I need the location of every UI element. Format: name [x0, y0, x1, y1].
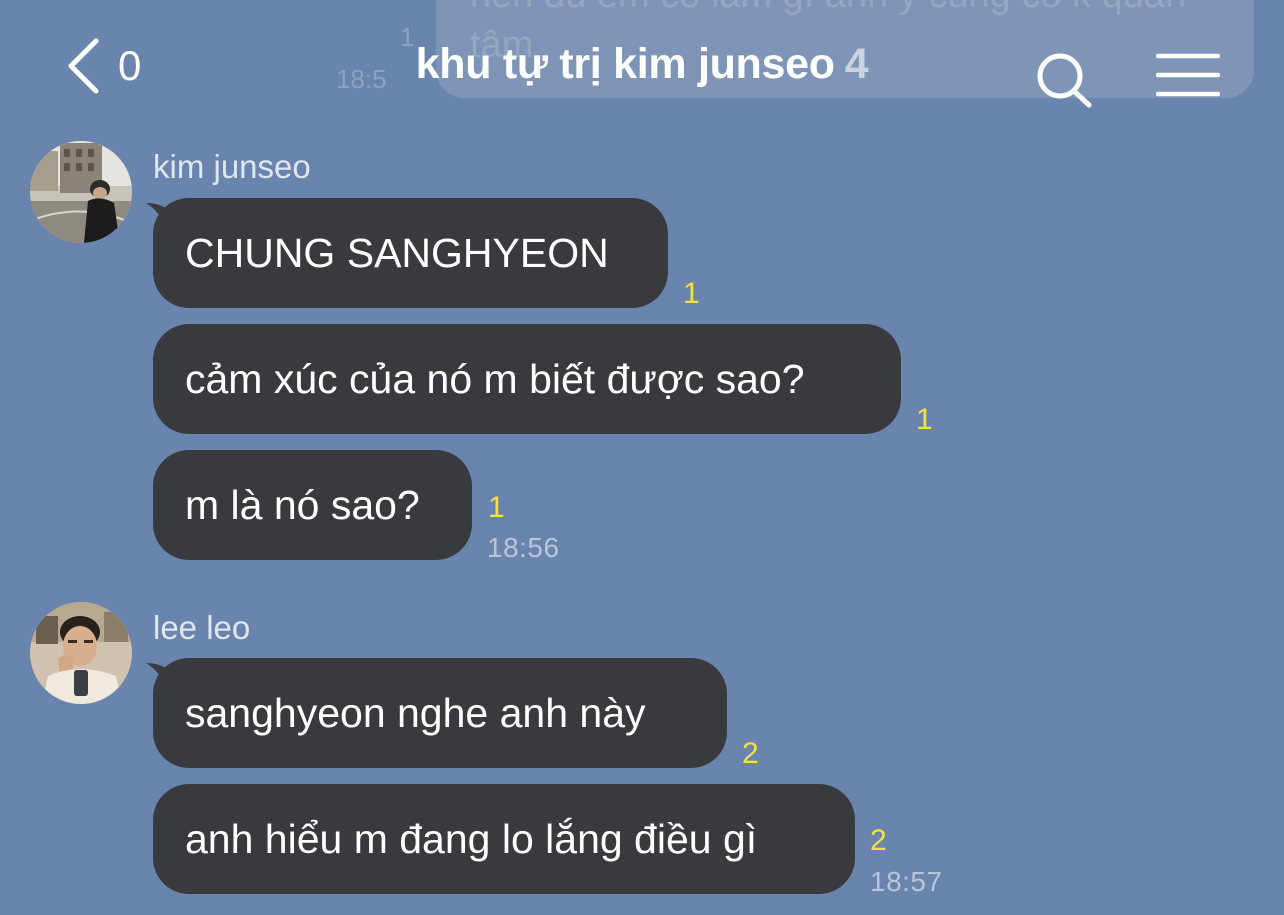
message-bubble[interactable]: cảm xúc của nó m biết được sao? [153, 324, 901, 434]
avatar-lee-leo[interactable] [30, 602, 132, 704]
chat-title-text: khu tự trị kim junseo [415, 40, 835, 88]
message-text: CHUNG SANGHYEON [185, 230, 609, 276]
sender-name: lee leo [153, 609, 251, 646]
chat-header: 0 khu tự trị kim junseo 4 [0, 0, 1284, 130]
menu-button[interactable] [1155, 50, 1221, 100]
read-count: 2 [870, 824, 887, 857]
search-icon [1037, 53, 1092, 108]
message-text: sanghyeon nghe anh này [185, 690, 646, 736]
message-time: 18:57 [870, 866, 943, 897]
message-bubble[interactable]: sanghyeon nghe anh này [153, 658, 727, 768]
message-text: cảm xúc của nó m biết được sao? [185, 356, 805, 402]
read-count: 1 [488, 491, 505, 524]
message-time: 18:56 [487, 532, 560, 563]
message-bubble[interactable]: CHUNG SANGHYEON [153, 198, 668, 308]
read-count: 2 [742, 737, 759, 770]
search-button[interactable] [1034, 50, 1096, 112]
read-count: 1 [916, 403, 933, 436]
member-count: 4 [844, 40, 869, 88]
message-text: anh hiểu m đang lo lắng điều gì [185, 816, 758, 862]
message-bubble[interactable]: anh hiểu m đang lo lắng điều gì [153, 784, 855, 894]
avatar-photo [30, 602, 132, 704]
avatar-photo [30, 141, 132, 243]
hamburger-menu-icon [1155, 53, 1221, 97]
sender-name: kim junseo [153, 148, 311, 185]
message-bubble[interactable]: m là nó sao? [153, 450, 472, 560]
message-text: m là nó sao? [185, 482, 420, 528]
read-count: 1 [683, 277, 700, 310]
avatar-kim-junseo[interactable] [30, 141, 132, 243]
